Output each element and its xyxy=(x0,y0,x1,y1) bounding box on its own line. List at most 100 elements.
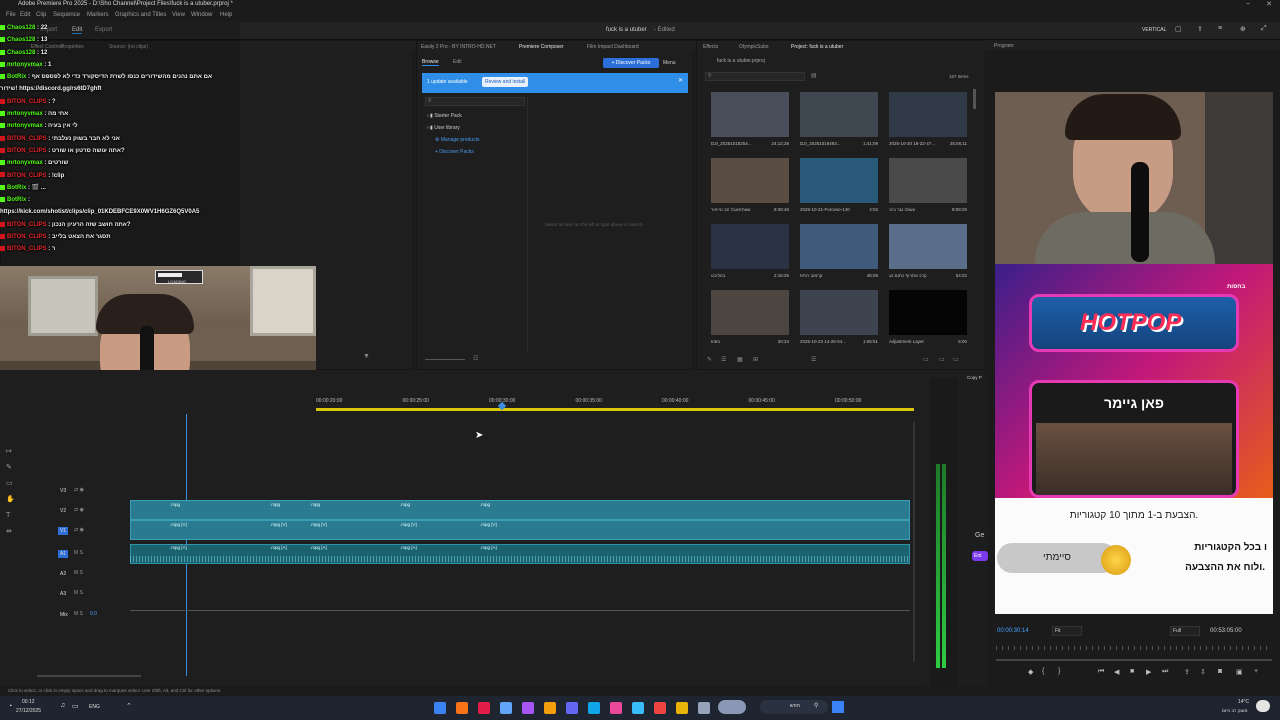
tab-easily[interactable]: Easily 2 Pro - BY INTRO-HD.NET xyxy=(421,44,496,50)
taskbar-app-icon[interactable] xyxy=(522,702,534,714)
project-item[interactable]: Adjustment Layer 5:00 xyxy=(889,290,967,350)
menu-help[interactable]: Help xyxy=(220,12,232,18)
lang-indicator[interactable]: ENG xyxy=(89,704,100,710)
menu-graphics[interactable]: Graphics and Titles xyxy=(115,12,166,18)
chat-username[interactable]: BITON_CLIPS xyxy=(7,222,47,228)
search-box[interactable]: חפש ⚲ xyxy=(760,700,828,714)
track-visibility-icon[interactable]: ⇄ ◉ xyxy=(74,527,84,533)
track-mute-icon[interactable]: M S xyxy=(74,590,83,596)
taskbar-app-icon[interactable] xyxy=(478,702,490,714)
chat-username[interactable]: BITON_CLIPS xyxy=(7,246,47,252)
track-header[interactable]: A2 M S xyxy=(30,568,128,582)
tab-premiere-composer[interactable]: Premiere Composer xyxy=(519,44,564,50)
tray-up-icon[interactable]: ⌃ xyxy=(126,702,132,710)
discover-packs-button[interactable]: + Discover Packs xyxy=(603,58,659,68)
tab-film-impact[interactable]: Film Impact Dashboard xyxy=(587,44,639,50)
weather-desc[interactable]: מעונן רב היום xyxy=(1222,708,1247,713)
project-item[interactable]: 2025-10-20 18-22-47... 25;56;11 xyxy=(889,92,967,152)
video-clip-v2[interactable] xyxy=(130,500,910,520)
camera-icon[interactable]: ◙ xyxy=(1218,668,1222,675)
thumbnail[interactable] xyxy=(889,92,967,137)
chat-username[interactable]: BotRix xyxy=(7,197,26,203)
close-icon[interactable]: ✕ xyxy=(1266,0,1272,8)
tab-browse[interactable]: Browse xyxy=(422,59,439,66)
taskbar-app-icon[interactable] xyxy=(456,702,468,714)
pen-icon[interactable]: ✎ xyxy=(6,460,18,476)
chat-username[interactable]: mrtonyvmax xyxy=(7,123,43,129)
layout-label[interactable]: VERTICAL xyxy=(1142,27,1166,33)
chat-username[interactable]: BITON_CLIPS xyxy=(7,136,47,142)
chat-username[interactable]: BITON_CLIPS xyxy=(7,148,47,154)
marker-icon[interactable]: ◆ xyxy=(1028,668,1033,676)
track-name[interactable]: V1 xyxy=(58,527,69,535)
copilot-icon[interactable] xyxy=(718,700,746,714)
out-point-icon[interactable]: } xyxy=(1058,668,1060,675)
minimize-icon[interactable]: – xyxy=(1246,0,1250,7)
taskbar-app-icon[interactable] xyxy=(544,702,556,714)
tree-discover-packs[interactable]: + Discover Packs xyxy=(427,149,480,161)
menu-sequence[interactable]: Sequence xyxy=(53,12,80,18)
chat-username[interactable]: Chaos128 xyxy=(7,37,35,43)
chat-username[interactable]: BotRix xyxy=(7,74,26,80)
project-item[interactable]: בזוליבט 2:16:26 xyxy=(711,224,789,284)
chat-username[interactable]: BotRix xyxy=(7,185,26,191)
zoom-slider[interactable] xyxy=(425,359,465,360)
freeform-icon[interactable]: ⊞ xyxy=(753,356,758,363)
taskbar-app-icon[interactable] xyxy=(698,702,710,714)
project-item[interactable]: עשולו גגר ביגי 8:08:25 xyxy=(889,158,967,218)
track-name[interactable]: V3 xyxy=(58,487,68,495)
project-item[interactable]: 2025-10-23 14-26-54... 1:05:51 xyxy=(800,290,878,350)
expand-icon[interactable]: ⤢ xyxy=(1261,25,1267,33)
program-title[interactable]: Program: xyxy=(994,43,1015,49)
taskbar-app-icon[interactable] xyxy=(566,702,578,714)
thumbnail[interactable] xyxy=(800,290,878,335)
chat-username[interactable]: mrtonyvmax xyxy=(7,160,43,166)
fit-dropdown[interactable]: Fit xyxy=(1052,626,1082,636)
step-forward-icon[interactable]: ▶ xyxy=(1146,668,1151,676)
thumbnail[interactable] xyxy=(800,158,878,203)
track-header[interactable]: V3 ⇄ ◉ xyxy=(30,485,128,499)
windows-start-icon[interactable] xyxy=(832,701,844,713)
taskbar-app-icon[interactable] xyxy=(654,702,666,714)
mix-value[interactable]: 0.0 xyxy=(90,611,97,617)
track-mute-icon[interactable]: M S xyxy=(74,550,83,556)
timeline-vscroll[interactable] xyxy=(913,422,915,662)
go-to-in-icon[interactable]: ⏮ xyxy=(1098,668,1104,676)
taskbar-app-icon[interactable] xyxy=(434,702,446,714)
tab-effects[interactable]: Effects xyxy=(703,44,718,50)
quality-dropdown[interactable]: Full xyxy=(1170,626,1200,636)
track-name[interactable]: A3 xyxy=(58,590,68,598)
lift-icon[interactable]: ⇪ xyxy=(1184,668,1190,676)
notification-icon[interactable]: ◔ xyxy=(8,703,12,710)
track-name[interactable]: V2 xyxy=(58,507,68,515)
type-icon[interactable]: T xyxy=(6,508,18,524)
track-mute-icon[interactable]: M S xyxy=(74,570,83,576)
composer-search-input[interactable]: ⚲ xyxy=(425,97,525,106)
menu-clip[interactable]: Clip xyxy=(36,12,46,18)
folder-icon[interactable]: ▤ xyxy=(811,72,817,79)
chat-username[interactable]: Chaos128 xyxy=(7,50,35,56)
new-item-icon[interactable]: ▭ xyxy=(939,356,945,363)
go-to-out-icon[interactable]: ⏭ xyxy=(1162,668,1168,676)
slip-icon[interactable]: ⇹ xyxy=(6,524,18,540)
share-icon[interactable]: ▢ xyxy=(1175,25,1182,33)
pencil-icon[interactable]: ✎ xyxy=(707,356,712,363)
delete-icon[interactable]: ▭ xyxy=(953,356,959,363)
list-view-icon[interactable]: ☷ xyxy=(473,355,478,362)
list-view-icon[interactable]: ☰ xyxy=(721,356,726,363)
taskbar-app-icon[interactable] xyxy=(588,702,600,714)
program-scrub-bar[interactable] xyxy=(996,659,1272,661)
track-name[interactable]: A2 xyxy=(58,570,68,578)
project-item[interactable]: Intro 30:34 xyxy=(711,290,789,350)
chat-username[interactable]: mrtonyvmax xyxy=(7,62,43,68)
upload-icon[interactable]: ⇪ xyxy=(1197,25,1203,33)
program-ruler[interactable] xyxy=(996,646,1272,650)
new-bin-icon[interactable]: ▭ xyxy=(923,356,929,363)
track-name[interactable]: A1 xyxy=(58,550,69,558)
taskbar-app-icon[interactable] xyxy=(632,702,644,714)
extract-icon[interactable]: ⇩ xyxy=(1200,668,1206,676)
weather-temp[interactable]: 14°C xyxy=(1238,699,1249,705)
track-visibility-icon[interactable]: ⇄ ◉ xyxy=(74,507,84,513)
chat-username[interactable]: Chaos128 xyxy=(7,25,35,31)
menu-window[interactable]: Window xyxy=(191,12,212,18)
